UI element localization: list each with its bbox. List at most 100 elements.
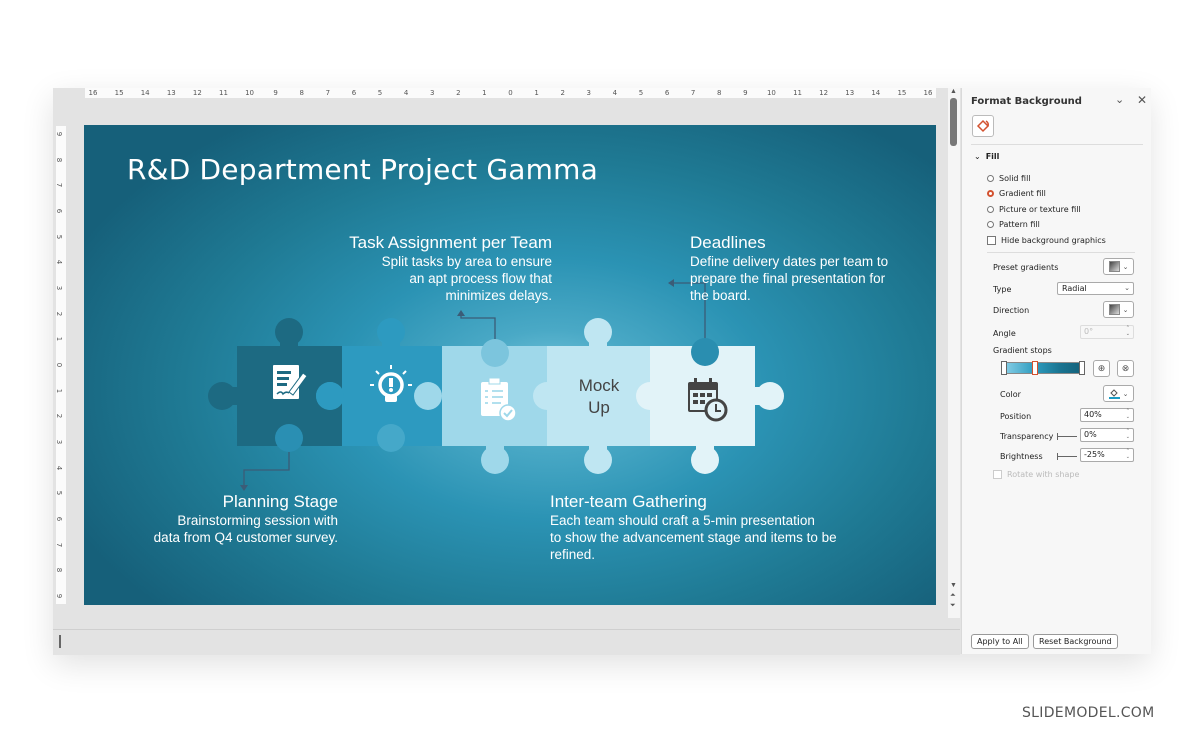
- brightness-input[interactable]: -25% ⌃ ⌄: [1080, 448, 1134, 462]
- gradient-stop-handle[interactable]: [1079, 361, 1085, 375]
- apply-to-all-button[interactable]: Apply to All: [971, 634, 1029, 649]
- notes-pane[interactable]: [53, 629, 960, 655]
- ruler-tick: 4: [612, 89, 618, 97]
- solid-fill-option[interactable]: Solid fill: [987, 174, 1031, 183]
- scroll-up-icon[interactable]: ▲: [950, 88, 957, 95]
- hide-graphics-checkbox[interactable]: Hide background graphics: [987, 236, 1106, 245]
- gradient-stop-handle[interactable]: [1001, 361, 1007, 375]
- checkbox[interactable]: [987, 236, 996, 245]
- horizontal-ruler: 16 15 14 13 12 11 10 9 8 7 6 5 4 3 2 1 0 1 2 3 4 5 6 7 8 9 10 11 12 1…: [85, 88, 936, 98]
- label-task-assignment[interactable]: Task Assignment per Team Split tasks by …: [284, 233, 552, 304]
- ruler-tick: 7: [55, 183, 64, 188]
- type-select[interactable]: Radial ⌄: [1057, 282, 1134, 295]
- label-heading: Deadlines: [690, 233, 766, 252]
- ruler-tick: 0: [55, 362, 64, 368]
- label-heading: Planning Stage: [222, 492, 338, 511]
- previous-slide-icon[interactable]: ⏶: [950, 592, 956, 600]
- ruler-tick: 9: [55, 593, 64, 599]
- ruler-tick: 0: [508, 89, 513, 97]
- scroll-thumb[interactable]: [950, 98, 957, 146]
- spinner-icon[interactable]: ⌃ ⌄: [1126, 428, 1130, 440]
- gradient-stops-label: Gradient stops: [993, 346, 1052, 355]
- label-heading: Inter-team Gathering: [550, 492, 707, 511]
- pane-title: Format Background: [971, 96, 1082, 107]
- ruler-tick: 2: [55, 311, 64, 316]
- label-body-line: to show the advancement stage and items …: [550, 530, 837, 545]
- spinner-icon[interactable]: ⌃ ⌄: [1126, 408, 1130, 420]
- scroll-down-icon[interactable]: ▼: [950, 582, 957, 589]
- ruler-tick: 15: [897, 89, 907, 97]
- ruler-tick: 4: [55, 465, 64, 470]
- ruler-tick: 7: [325, 89, 331, 97]
- ruler-tick: 6: [664, 89, 670, 97]
- paint-bucket-icon: [976, 119, 990, 133]
- transparency-input[interactable]: 0% ⌃ ⌄: [1080, 428, 1134, 442]
- ruler-tick: 2: [55, 414, 64, 419]
- ruler-tick: 16: [88, 89, 98, 97]
- radio[interactable]: [987, 175, 994, 182]
- label-body-line: an apt process flow that: [409, 271, 552, 286]
- transparency-slider[interactable]: [1057, 433, 1077, 440]
- gradient-fill-option[interactable]: Gradient fill: [987, 189, 1046, 198]
- color-dropdown[interactable]: ⌄: [1103, 385, 1134, 402]
- ruler-tick: 15: [114, 89, 124, 97]
- pattern-fill-option[interactable]: Pattern fill: [987, 220, 1040, 229]
- position-input[interactable]: 40% ⌃ ⌄: [1080, 408, 1134, 422]
- ruler-tick: 1: [534, 89, 539, 97]
- gradient-swatch-icon: [1108, 261, 1120, 272]
- remove-gradient-stop-button[interactable]: ⊗: [1117, 360, 1134, 377]
- gradient-swatch-icon: [1108, 304, 1120, 315]
- ruler-tick: 3: [55, 439, 64, 445]
- ruler-tick: 1: [55, 388, 64, 393]
- radio[interactable]: [987, 206, 994, 213]
- ruler-tick: 8: [717, 89, 722, 97]
- chevron-down-icon: ⌄: [1122, 389, 1129, 398]
- ruler-tick: 9: [743, 89, 748, 97]
- ruler-tick: 16: [923, 89, 933, 97]
- ruler-tick: 8: [299, 89, 304, 97]
- fill-tab[interactable]: [972, 115, 994, 137]
- brightness-slider[interactable]: [1057, 453, 1077, 460]
- close-icon[interactable]: ✕: [1137, 93, 1147, 107]
- ruler-tick: 7: [690, 89, 696, 97]
- preset-gradients-label: Preset gradients: [993, 263, 1059, 272]
- label-deadlines[interactable]: Deadlines Define delivery dates per team…: [690, 233, 920, 304]
- ruler-tick: 8: [55, 568, 64, 573]
- next-slide-icon[interactable]: ⏷: [950, 602, 956, 610]
- ruler-tick: 5: [55, 234, 64, 239]
- ruler-tick: 5: [377, 89, 383, 97]
- radio[interactable]: [987, 221, 994, 228]
- vertical-scrollbar[interactable]: ▲ ▼ ⏶ ⏷: [948, 88, 960, 618]
- rotate-with-shape-checkbox: Rotate with shape: [993, 470, 1079, 479]
- picture-fill-option[interactable]: Picture or texture fill: [987, 205, 1081, 214]
- chevron-down-icon: ⌄: [974, 152, 981, 161]
- direction-dropdown[interactable]: ⌄: [1103, 301, 1134, 318]
- arrow-planning: [240, 485, 248, 491]
- label-body-line: Each team should craft a 5-min presentat…: [550, 513, 815, 528]
- label-gathering[interactable]: Inter-team Gathering Each team should cr…: [550, 492, 880, 563]
- ruler-tick: 1: [55, 337, 64, 342]
- reset-background-button[interactable]: Reset Background: [1033, 634, 1118, 649]
- slide-canvas[interactable]: R&D Department Project Gamma Mock Up Tas…: [84, 125, 936, 605]
- watermark: SLIDEMODEL.COM: [1022, 705, 1155, 721]
- ruler-tick: 3: [586, 89, 592, 97]
- chevron-down-icon[interactable]: ⌄: [1115, 93, 1124, 106]
- add-gradient-stop-button[interactable]: ⊕: [1093, 360, 1110, 377]
- spinner-icon[interactable]: ⌃ ⌄: [1126, 448, 1130, 460]
- type-label: Type: [993, 285, 1012, 294]
- radio-selected[interactable]: [987, 190, 994, 197]
- gradient-stop-handle[interactable]: [1032, 361, 1039, 375]
- mockup-text-line2: Up: [588, 398, 610, 417]
- arrow-tasks: [457, 310, 465, 316]
- angle-input: 0° ⌃ ⌄: [1080, 325, 1134, 339]
- format-background-pane: Format Background ⌄ ✕ ⌄ Fill Solid fill G…: [961, 88, 1151, 654]
- chevron-down-icon: ⌄: [1122, 305, 1129, 314]
- preset-gradients-dropdown[interactable]: ⌄: [1103, 258, 1134, 275]
- fill-section-header[interactable]: ⌄ Fill: [974, 152, 999, 161]
- label-planning[interactable]: Planning Stage Brainstorming session wit…: [124, 492, 338, 546]
- label-body-line: Brainstorming session with: [177, 513, 338, 528]
- chevron-down-icon: ⌄: [1124, 284, 1130, 292]
- ruler-tick: 2: [560, 89, 565, 97]
- ruler-tick: 11: [793, 89, 802, 97]
- gradient-stops-bar[interactable]: [1001, 361, 1085, 375]
